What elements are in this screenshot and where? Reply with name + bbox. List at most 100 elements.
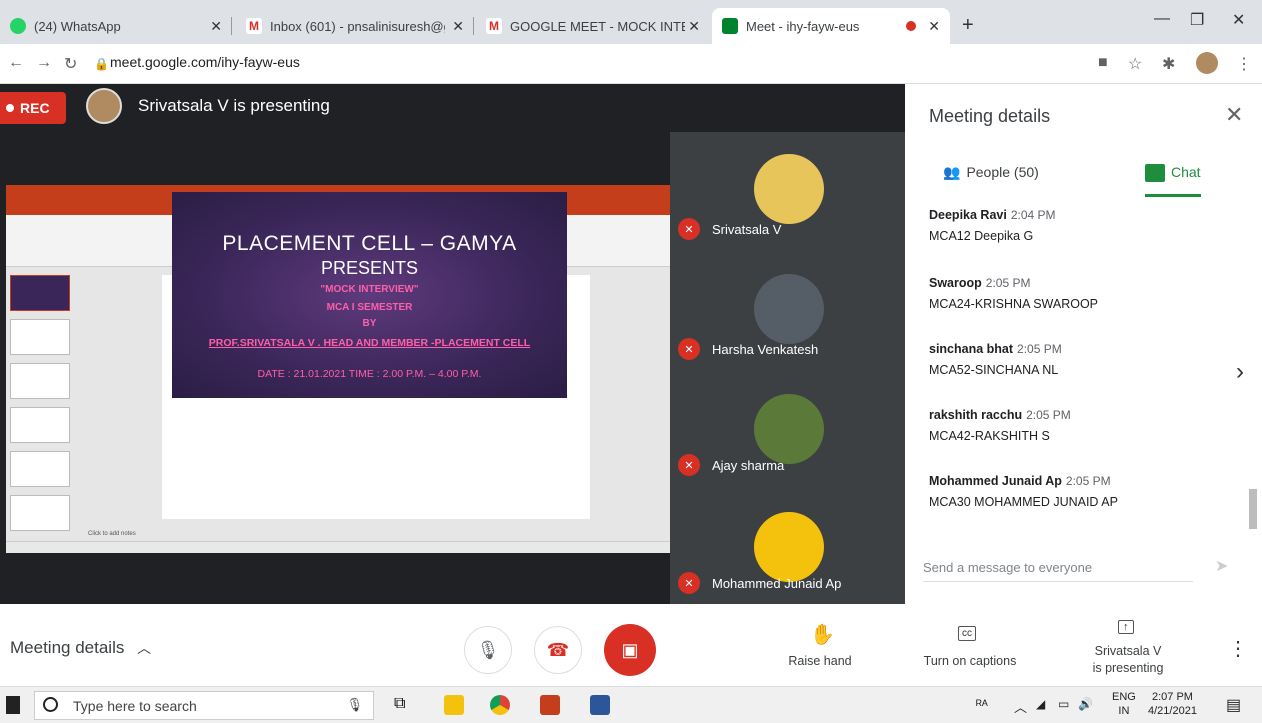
search-icon xyxy=(43,697,58,712)
search-placeholder: Type here to search xyxy=(73,698,197,714)
address-bar: ← → ↻ 🔒 meet.google.com/ihy-fayw-eus ■ ☆… xyxy=(0,44,1262,84)
close-icon[interactable]: ✕ xyxy=(452,18,464,35)
slide-thumbnail xyxy=(10,407,70,443)
chat-message: sinchana bhat 2:05 PM MCA52-SINCHANA NL xyxy=(929,342,1062,377)
mic-off-icon: ✕ xyxy=(678,572,700,594)
slide-line: MCA I SEMESTER xyxy=(326,302,413,313)
tab-label: Meet - ihy-fayw-eus xyxy=(746,18,860,34)
gmail-icon: M xyxy=(246,18,262,34)
slide-thumbnail xyxy=(10,451,70,487)
captions-icon: cc xyxy=(958,626,976,641)
mic-off-icon: ✕ xyxy=(678,338,700,360)
raise-hand-button[interactable]: Raise hand xyxy=(774,654,866,668)
message-time: 2:05 PM xyxy=(985,276,1031,290)
tab-people-label: People (50) xyxy=(966,164,1039,180)
chevron-right-icon[interactable]: › xyxy=(1236,358,1244,386)
word-icon[interactable] xyxy=(590,695,610,715)
url-field[interactable]: meet.google.com/ihy-fayw-eus xyxy=(110,54,300,70)
microphone-button[interactable]: 🎙 xyxy=(464,626,512,674)
participant-tiles: ✕ Srivatsala V ✕ Harsha Venkatesh ✕ Ajay… xyxy=(670,132,905,604)
chrome-icon[interactable] xyxy=(490,695,510,715)
presenting-line2: is presenting xyxy=(1092,661,1164,675)
windows-start-icon[interactable] xyxy=(6,696,20,714)
tab-gmail-mock[interactable]: M GOOGLE MEET - MOCK INTERVIE ✕ xyxy=(476,8,710,44)
send-icon[interactable]: ➤ xyxy=(1215,556,1228,576)
close-icon[interactable]: ✕ xyxy=(1225,102,1243,128)
volume-icon[interactable]: 🔊 xyxy=(1078,697,1093,711)
chevron-up-icon[interactable]: ︿ xyxy=(1014,697,1027,716)
lang-secondary: IN xyxy=(1118,705,1130,717)
task-view-icon[interactable]: ⧉ xyxy=(394,695,405,713)
tab-label: (24) WhatsApp xyxy=(34,18,121,34)
close-icon[interactable]: ✕ xyxy=(210,18,222,35)
tab-separator xyxy=(473,17,474,35)
new-tab-button[interactable]: + xyxy=(962,14,974,37)
slide-line: PROF.SRIVATSALA V . HEAD AND MEMBER -PLA… xyxy=(208,337,531,349)
recording-dot-icon xyxy=(906,21,916,31)
message-sender: rakshith racchu xyxy=(929,408,1023,422)
meeting-details-panel: Meeting details ✕ 👥 People (50) Chat Deep… xyxy=(905,84,1262,604)
file-explorer-icon[interactable] xyxy=(444,695,464,715)
language-indicator[interactable]: ENG IN xyxy=(1112,690,1136,718)
window-close-icon[interactable]: ✕ xyxy=(1232,10,1245,30)
captions-button[interactable]: Turn on captions xyxy=(910,654,1030,668)
tab-whatsapp[interactable]: (24) WhatsApp ✕ xyxy=(0,8,232,44)
ppt-status-bar xyxy=(6,541,670,553)
chat-scrollbar[interactable] xyxy=(1249,489,1257,529)
slide-line: DATE : 21.01.2021 TIME : 2.00 P.M. – 4.0… xyxy=(257,368,482,380)
presenting-button[interactable]: Srivatsala V is presenting xyxy=(1074,644,1182,675)
tab-people[interactable]: 👥 People (50) xyxy=(943,164,1039,181)
clock-date: 4/21/2021 xyxy=(1148,705,1197,717)
meeting-details-toggle[interactable]: Meeting details ︿ xyxy=(10,638,151,658)
powerpoint-icon[interactable] xyxy=(540,695,560,715)
battery-icon[interactable]: ▭ xyxy=(1058,697,1069,711)
people-tray-icon[interactable]: ᴿᴬ xyxy=(976,697,988,712)
tab-meet[interactable]: Meet - ihy-fayw-eus ✕ xyxy=(712,8,950,44)
raise-hand-icon: ✋ xyxy=(810,624,835,646)
menu-icon[interactable]: ⋮ xyxy=(1236,54,1252,74)
more-options-icon[interactable]: ⋮ xyxy=(1228,636,1248,661)
forward-icon[interactable]: → xyxy=(36,54,52,72)
meet-icon xyxy=(722,18,738,34)
taskbar-search[interactable]: Type here to search 🎙 xyxy=(34,691,374,720)
participant-avatar xyxy=(754,154,824,224)
tab-gmail-inbox[interactable]: M Inbox (601) - pnsalinisuresh@gm ✕ xyxy=(236,8,474,44)
network-icon[interactable]: ◢ xyxy=(1036,697,1045,711)
slide-thumbnail xyxy=(10,319,70,355)
slide-thumbnail xyxy=(10,495,70,531)
clock[interactable]: 2:07 PM 4/21/2021 xyxy=(1148,690,1197,718)
tab-label: Inbox (601) - pnsalinisuresh@gm xyxy=(270,18,445,34)
back-icon[interactable]: ← xyxy=(8,54,24,72)
tab-indicator xyxy=(1145,194,1201,197)
message-text: MCA30 MOHAMMED JUNAID AP xyxy=(929,495,1118,509)
presenter-avatar xyxy=(86,88,122,124)
lock-icon: 🔒 xyxy=(94,57,109,71)
camera-icon[interactable]: ■ xyxy=(1098,54,1108,72)
camera-off-button[interactable]: ▣ xyxy=(604,624,656,676)
slide-line: PLACEMENT CELL – GAMYA xyxy=(222,232,517,255)
extensions-icon[interactable]: ✱ xyxy=(1162,54,1175,74)
chat-input[interactable]: Send a message to everyone xyxy=(923,560,1193,582)
tab-chat[interactable]: Chat xyxy=(1145,164,1201,183)
chevron-up-icon: ︿ xyxy=(137,640,152,656)
message-text: MCA52-SINCHANA NL xyxy=(929,363,1059,377)
mic-off-icon: ✕ xyxy=(678,218,700,240)
message-sender: Swaroop xyxy=(929,276,982,290)
clock-time: 2:07 PM xyxy=(1151,691,1193,703)
profile-avatar[interactable] xyxy=(1196,52,1218,74)
leave-call-button[interactable]: ☎ xyxy=(534,626,582,674)
reload-icon[interactable]: ↻ xyxy=(64,54,77,74)
ppt-thumbnails xyxy=(6,267,84,537)
close-icon[interactable]: ✕ xyxy=(688,18,700,35)
star-icon[interactable]: ☆ xyxy=(1128,54,1142,74)
slide-thumbnail xyxy=(10,275,70,311)
notifications-icon[interactable]: ▤ xyxy=(1226,695,1241,715)
microphone-icon: 🎙 xyxy=(346,697,363,712)
close-icon[interactable]: ✕ xyxy=(928,18,940,35)
minimize-icon[interactable]: — xyxy=(1154,10,1170,28)
restore-icon[interactable]: ❐ xyxy=(1190,10,1204,30)
tab-chat-label: Chat xyxy=(1171,164,1201,180)
message-text: MCA12 Deepika G xyxy=(929,229,1034,243)
message-time: 2:05 PM xyxy=(1017,342,1062,356)
slide-line: "MOCK INTERVIEW" xyxy=(320,284,419,295)
